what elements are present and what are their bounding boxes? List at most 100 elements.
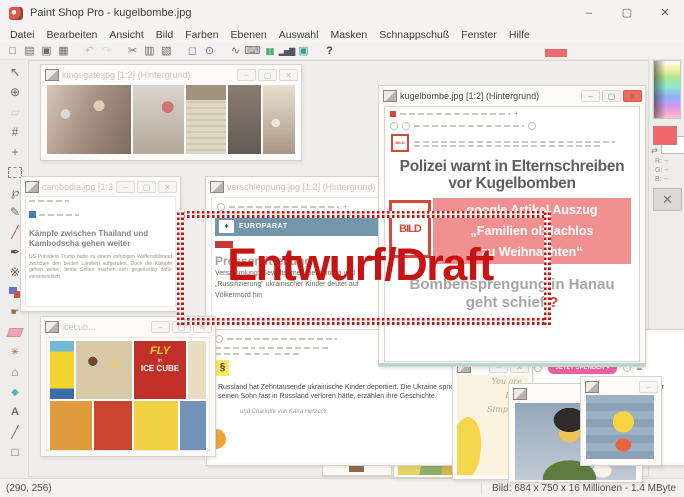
minimize-button[interactable]: –	[570, 0, 608, 26]
browser-tab-favicon	[390, 111, 396, 117]
close-button[interactable]: ✕	[646, 0, 684, 26]
draft-selection-border-right	[544, 211, 551, 325]
foreground-color-swatch[interactable]	[653, 126, 677, 145]
excerpt-line: „Familien obdachlos	[471, 224, 594, 238]
cambodia-title-bar[interactable]: cambodia.jpg [1:3... – ▢ ✕	[21, 177, 180, 195]
reload-icon	[402, 122, 410, 130]
rgb-readout: R: -- G: -- B: --	[655, 157, 669, 184]
undo-icon[interactable]: ↶	[81, 44, 98, 59]
flood-fill-tool-icon[interactable]: ◆	[4, 382, 26, 402]
menu-schnappschuss[interactable]: Schnappschuß	[373, 29, 455, 41]
site-menu-placeholder	[215, 353, 241, 355]
style-bar-toggle-icon[interactable]: ⌨	[244, 44, 261, 59]
copy-icon[interactable]: ▥	[141, 44, 158, 59]
minimize-button[interactable]: –	[116, 181, 135, 193]
image-window-lisa[interactable]: –	[580, 376, 662, 466]
comic-panel	[180, 401, 206, 451]
fullscreen-preview-icon[interactable]: ◻	[184, 44, 201, 59]
menu-masken[interactable]: Masken	[324, 29, 373, 41]
photo-collage	[47, 85, 295, 154]
menu-auswahl[interactable]: Auswahl	[273, 29, 325, 41]
site-menu-placeholder	[275, 353, 301, 355]
histogram-icon[interactable]: ▂▅▇	[278, 44, 295, 59]
color-palette-toggle-icon[interactable]: ▮▮	[261, 44, 278, 59]
line-tool-icon[interactable]: ╱	[4, 422, 26, 442]
text-tool-icon[interactable]: A	[4, 402, 26, 422]
simpsons-arm-graphic	[457, 415, 485, 475]
menu-ansicht[interactable]: Ansicht	[103, 29, 149, 41]
tool-palette-toggle-icon[interactable]: ∿	[227, 44, 244, 59]
paste-icon[interactable]: ▧	[158, 44, 175, 59]
r-value: --	[664, 158, 669, 165]
cut-icon[interactable]: ✂	[124, 44, 141, 59]
new-icon[interactable]: □	[4, 44, 21, 59]
draft-selection-border-bottom	[177, 318, 551, 325]
close-button[interactable]: ✕	[623, 90, 642, 102]
menu-fenster[interactable]: Fenster	[455, 29, 503, 41]
crop-tool-icon[interactable]: #	[4, 122, 26, 142]
layer-palette-toggle-icon[interactable]: ▣	[295, 44, 312, 59]
app-icon	[9, 7, 23, 20]
cursor-coordinates: (290, 256)	[0, 483, 481, 494]
close-button[interactable]: ✕	[279, 69, 298, 81]
app-title-bar[interactable]: Paint Shop Pro - kugelbombe.jpg – ▢ ✕	[0, 0, 684, 27]
close-button[interactable]: ✕	[158, 181, 177, 193]
style-none-box[interactable]: ✕	[653, 188, 682, 211]
zoom-tool-icon[interactable]: ⊕	[4, 82, 26, 102]
minimize-button[interactable]: –	[581, 90, 600, 102]
kingsgate-title-bar[interactable]: kingsgate.jpg [1:2] (Hintergrund) – ▢ ✕	[41, 65, 301, 83]
menu-hilfe[interactable]: Hilfe	[503, 29, 536, 41]
normal-viewing-icon[interactable]: ⊙	[201, 44, 218, 59]
kugelbombe-title-bar[interactable]: kugelbombe.jpg [1:2] (Hintergrund) – ▢ ✕	[379, 86, 645, 104]
menu-ebenen[interactable]: Ebenen	[225, 29, 273, 41]
image-window-icecube[interactable]: icecub... – ▢ ✕ FLY in ICE CUBE	[40, 316, 216, 457]
help-icon[interactable]: ?	[321, 44, 338, 59]
cambodia-content[interactable]: Kämpfe zwischen Thailand und Kambodscha …	[25, 196, 176, 307]
draft-selection-border-top	[177, 211, 551, 218]
deformation-tool-icon[interactable]: ▱	[4, 102, 26, 122]
image-info: Bild: 684 x 750 x 16 Millionen - 1.4 MBy…	[481, 483, 684, 494]
b-value: --	[664, 176, 669, 183]
lisa-title-bar[interactable]: –	[581, 377, 661, 395]
image-doc-icon	[585, 381, 599, 393]
council-of-europe-logo: ✦	[219, 220, 234, 233]
image-window-kingsgate[interactable]: kingsgate.jpg [1:2] (Hintergrund) – ▢ ✕	[40, 64, 302, 161]
color-panel: ⇄ R: -- G: -- B: -- ✕	[650, 58, 684, 218]
swap-colors-icon[interactable]: ⇄	[651, 146, 658, 155]
picture-tube-tool-icon[interactable]: ⌂	[4, 362, 26, 382]
address-placeholder	[414, 125, 524, 127]
comic-content[interactable]: FLY in ICE CUBE	[46, 337, 210, 451]
arrow-tool-icon[interactable]: ↖	[4, 62, 26, 82]
minimize-button[interactable]: –	[151, 321, 170, 333]
maximize-button[interactable]: ▢	[258, 69, 277, 81]
collage-photo	[133, 85, 184, 154]
print-icon[interactable]: ▦	[55, 44, 72, 59]
open-icon[interactable]: ▤	[21, 44, 38, 59]
site-menu-placeholder	[245, 353, 271, 355]
window-title: cambodia.jpg [1:3...	[42, 182, 113, 192]
image-doc-icon	[45, 321, 59, 333]
menu-bild[interactable]: Bild	[150, 29, 180, 41]
menu-bearbeiten[interactable]: Bearbeiten	[41, 29, 104, 41]
maximize-button[interactable]: ▢	[602, 90, 621, 102]
image-window-cambodia[interactable]: cambodia.jpg [1:3... – ▢ ✕ Kämpfe zwisch…	[20, 176, 181, 312]
minimize-button[interactable]: –	[639, 381, 658, 393]
comic-panel	[50, 401, 92, 451]
shape-tool-icon[interactable]: □	[4, 442, 26, 462]
redo-icon[interactable]: ↷	[98, 44, 115, 59]
airbrush-tool-icon[interactable]: ✳	[4, 342, 26, 362]
lisa-photo	[586, 395, 654, 459]
poster-text: FLY	[134, 341, 186, 358]
eraser-tool-icon[interactable]	[4, 322, 26, 342]
back-icon	[390, 122, 398, 130]
menu-farben[interactable]: Farben	[179, 29, 224, 41]
menu-bar: Datei Bearbeiten Ansicht Bild Farben Ebe…	[0, 26, 684, 43]
maximize-button[interactable]: ▢	[608, 0, 646, 26]
minimize-button[interactable]: –	[237, 69, 256, 81]
color-picker-gradient[interactable]	[653, 60, 681, 119]
maximize-button[interactable]: ▢	[137, 181, 156, 193]
news-headline: Kämpfe zwischen Thailand und Kambodscha …	[29, 229, 172, 249]
save-icon[interactable]: ▣	[38, 44, 55, 59]
menu-datei[interactable]: Datei	[4, 29, 41, 41]
mover-tool-icon[interactable]: +	[4, 142, 26, 162]
